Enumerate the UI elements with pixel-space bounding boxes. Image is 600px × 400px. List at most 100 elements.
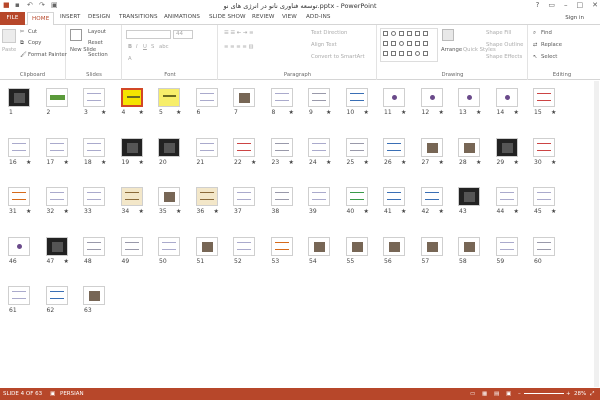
slide-thumbnail[interactable] [195,137,218,157]
tab-file[interactable]: FILE [0,12,25,25]
font-color-icon[interactable]: A [128,56,132,62]
slide-thumbnail[interactable] [270,137,293,157]
slide-thumbnail[interactable] [8,286,30,305]
animation-star-icon[interactable]: ★ [26,208,31,215]
animation-star-icon[interactable]: ★ [551,159,556,166]
slide-thumbnail[interactable] [533,187,555,206]
arrange-icon[interactable] [442,29,454,41]
cut-icon[interactable]: ✂ [20,29,24,35]
convert-smartart-button[interactable]: Convert to SmartArt [311,54,365,60]
paste-icon[interactable] [2,29,16,43]
slide-thumbnail[interactable] [383,236,405,256]
slide-thumbnail[interactable] [158,88,180,107]
slide-thumbnail[interactable] [495,187,518,206]
format-painter-icon[interactable]: 🖌 [20,52,27,58]
new-slide-icon[interactable] [70,29,82,41]
tab-slideshow[interactable]: SLIDE SHOW [209,14,246,20]
animation-star-icon[interactable]: ★ [401,109,406,116]
tab-animations[interactable]: ANIMATIONS [164,14,200,20]
animation-star-icon[interactable]: ★ [439,208,444,215]
animation-star-icon[interactable]: ★ [551,208,556,215]
animation-star-icon[interactable]: ★ [64,159,69,166]
slide-thumbnail[interactable] [233,236,255,256]
slide-thumbnail[interactable] [308,236,330,256]
animation-star-icon[interactable]: ★ [364,208,369,215]
slide-thumbnail[interactable] [383,88,405,107]
align-text-button[interactable]: Align Text [311,42,337,48]
animation-star-icon[interactable]: ★ [364,159,369,166]
slide-thumbnail[interactable] [345,137,368,157]
shapes-gallery[interactable] [380,28,438,62]
animation-star-icon[interactable]: ★ [514,208,519,215]
reset-button[interactable]: Reset [88,40,103,46]
tab-view[interactable]: VIEW [282,14,297,20]
replace-button[interactable]: Replace [541,42,562,48]
animation-star-icon[interactable]: ★ [289,109,294,116]
animation-star-icon[interactable]: ★ [289,159,294,166]
slide-thumbnail[interactable] [533,236,555,256]
maximize-icon[interactable]: □ [577,1,584,9]
animation-star-icon[interactable]: ★ [476,159,481,166]
animation-star-icon[interactable]: ★ [139,208,144,215]
copy-button[interactable]: Copy [28,40,41,46]
slide-thumbnail[interactable] [120,187,143,206]
font-size-input[interactable]: 44 [173,30,193,39]
shape-fill-button[interactable]: Shape Fill [486,30,511,36]
animation-star-icon[interactable]: ★ [401,208,406,215]
slide-thumbnail[interactable] [383,187,405,206]
animation-star-icon[interactable]: ★ [176,109,181,116]
slide-thumbnail[interactable] [195,187,218,206]
zoom-slider[interactable] [524,393,564,394]
slide-thumbnail[interactable] [458,137,480,157]
animation-star-icon[interactable]: ★ [401,159,406,166]
slide-thumbnail[interactable] [420,187,443,206]
animation-star-icon[interactable]: ★ [26,159,31,166]
minimize-icon[interactable]: – [564,1,568,9]
find-button[interactable]: Find [541,30,552,36]
arrange-button[interactable]: Arrange [441,47,462,53]
slide-thumbnail[interactable] [233,137,255,157]
slide-thumbnail[interactable] [120,88,143,107]
underline-button[interactable]: U [143,44,147,50]
slide-thumbnail[interactable] [458,236,480,256]
paste-button[interactable]: Paste [2,47,16,53]
slide-thumbnail[interactable] [158,236,180,256]
tab-review[interactable]: REVIEW [252,14,275,20]
strikethrough-button[interactable]: abc [159,44,169,50]
bold-button[interactable]: B [128,44,132,50]
layout-button[interactable]: Layout [88,29,106,35]
close-icon[interactable]: ✕ [592,1,598,9]
slide-thumbnail[interactable] [120,236,143,256]
animation-star-icon[interactable]: ★ [439,109,444,116]
slide-thumbnail[interactable] [495,137,518,157]
align-icons[interactable]: ≡ ≡ ≡ ≡ ▥ [224,44,254,50]
slide-thumbnail[interactable] [383,137,405,157]
select-button[interactable]: Select [541,54,557,60]
slide-thumbnail[interactable] [495,88,518,107]
slide-thumbnail[interactable] [308,88,330,107]
slide-thumbnail[interactable] [8,236,30,256]
animation-star-icon[interactable]: ★ [139,159,144,166]
slide-thumbnail[interactable] [83,286,105,305]
slide-thumbnail[interactable] [45,88,68,107]
slide-thumbnail[interactable] [45,286,68,305]
slide-thumbnail[interactable] [270,236,293,256]
slide-thumbnail[interactable] [308,137,330,157]
slide-thumbnail[interactable] [45,137,68,157]
slide-thumbnail[interactable] [83,187,105,206]
slide-thumbnail[interactable] [533,88,555,107]
animation-star-icon[interactable]: ★ [101,109,106,116]
animation-star-icon[interactable]: ★ [476,109,481,116]
slide-thumbnail[interactable] [233,187,255,206]
select-icon[interactable]: ↖ [533,54,537,60]
animation-star-icon[interactable]: ★ [364,109,369,116]
slide-thumbnail[interactable] [45,236,68,256]
slide-thumbnail[interactable] [8,137,30,157]
slide-thumbnail[interactable] [158,137,180,157]
slide-thumbnail[interactable] [83,88,105,107]
font-name-input[interactable] [126,30,171,39]
slide-thumbnail[interactable] [345,236,368,256]
view-slideshow-icon[interactable]: ▣ [506,391,511,397]
view-reading-icon[interactable]: ▤ [494,391,499,397]
find-icon[interactable]: ⌕ [533,30,536,37]
